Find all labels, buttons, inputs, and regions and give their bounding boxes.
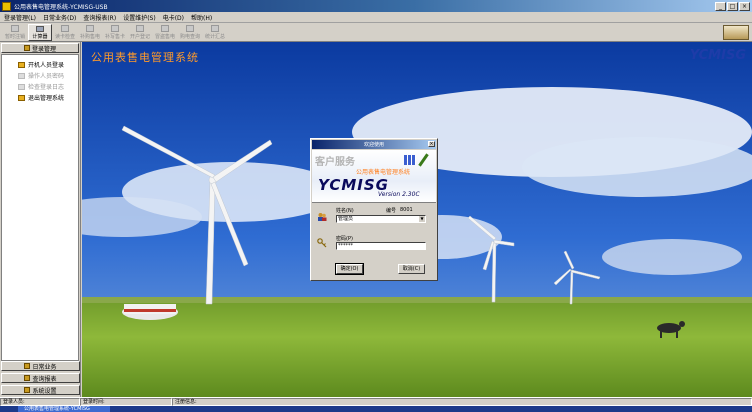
app-name-banner: 公用表售电管理系统 (91, 51, 199, 64)
sidebar-header-label: 登录管理 (31, 45, 56, 53)
menu-card[interactable]: 电卡(D) (163, 13, 184, 22)
number-label: 编号 (386, 208, 397, 214)
toolbar-logo (723, 25, 749, 40)
toolbar-resell-button[interactable]: 补购售电 (78, 24, 102, 41)
toolbar-read-card-button[interactable]: 读卡检查 (53, 24, 77, 41)
toolbar-calculator-button[interactable]: 计算器 (28, 24, 52, 41)
password-input[interactable]: ****** (336, 242, 426, 250)
open-account-icon (136, 25, 144, 32)
sidebar-header-login[interactable]: 登录管理 (1, 43, 79, 53)
app-icon (2, 1, 11, 11)
login-dialog-banner: 客户服务 公用表售电管理系统 YCMISG Version 2.30C (312, 150, 436, 202)
menu-login[interactable]: 登录管理(L) (4, 13, 36, 22)
taskbar-item[interactable]: 公用表售电管理系统-YCMISG (18, 406, 110, 412)
login-dialog-title: 欢迎使用 (363, 142, 384, 148)
app-window: 公用表售电管理系统-YCMISG-USB _ □ × 登录管理(L) 日常业务(… (0, 0, 752, 412)
username-select[interactable]: 管理员 ▼ (336, 215, 426, 223)
resell-icon (86, 25, 94, 32)
menu-reports[interactable]: 查询报表(R) (83, 13, 116, 22)
reports-icon (24, 375, 31, 381)
card-reader-icon (61, 25, 69, 32)
password-label: 密码(P) (336, 236, 353, 242)
toolbar-theft-button[interactable]: 冒盗售电 (153, 24, 177, 41)
toolbar-logout-button[interactable]: 暂时注销 (3, 24, 27, 41)
sidebar-item-exit[interactable]: 退出管理系统 (18, 92, 78, 103)
maximize-button[interactable]: □ (727, 1, 738, 11)
menu-bar: 登录管理(L) 日常业务(D) 查询报表(R) 设置维护(S) 电卡(D) 帮助… (0, 12, 752, 23)
login-dialog-close-button[interactable]: × (428, 141, 435, 147)
status-bar: 登录人员: 登录时间: 注册信息: (0, 397, 752, 406)
summary-icon (211, 25, 219, 32)
tiles-icon (404, 155, 416, 165)
chevron-down-icon[interactable]: ▼ (419, 216, 425, 222)
sidebar-section-settings[interactable]: 系统设置 (1, 385, 80, 395)
logout-icon (11, 25, 19, 32)
title-bar: 公用表售电管理系统-YCMISG-USB _ □ × (0, 0, 752, 12)
login-dialog: 欢迎使用 × 客户服务 公用表售电管理系统 YCMISG Version 2.3… (310, 138, 438, 281)
log-icon (18, 83, 25, 90)
name-label: 姓名(N) (336, 208, 354, 214)
minimize-button[interactable]: _ (715, 1, 726, 11)
users-icon (318, 213, 327, 221)
status-registration: 注册信息: (172, 398, 752, 406)
status-login-user: 登录人员: (0, 398, 80, 406)
login-dialog-titlebar: 欢迎使用 × (312, 140, 436, 149)
ok-button[interactable]: 确定(O) (335, 263, 364, 275)
password-icon (18, 72, 25, 79)
sidebar-panel: 开机人员登录 操作人员密码 检查登录日志 退出管理系统 (1, 54, 79, 361)
toolbar-summary-button[interactable]: 统计汇总 (203, 24, 227, 41)
window-controls: _ □ × (715, 1, 750, 11)
settings-icon (24, 387, 31, 393)
status-login-time: 登录时间: (80, 398, 172, 406)
sidebar-section-reports[interactable]: 查询报表 (1, 373, 80, 383)
taskbar: 公用表售电管理系统-YCMISG (0, 406, 752, 412)
sidebar-item-operator-password[interactable]: 操作人员密码 (18, 70, 78, 81)
write-card-icon (111, 25, 119, 32)
banner-version: Version 2.30C (378, 191, 420, 198)
query-icon (186, 25, 194, 32)
window-title: 公用表售电管理系统-YCMISG-USB (14, 3, 108, 11)
banner-subtitle: 公用表售电管理系统 (356, 169, 411, 176)
sidebar-section-daily[interactable]: 日常业务 (1, 361, 80, 371)
brand-logo: YCMISG (689, 48, 746, 63)
menu-settings[interactable]: 设置维护(S) (123, 13, 156, 22)
login-icon (23, 45, 30, 51)
sidebar-item-operator-login[interactable]: 开机人员登录 (18, 59, 78, 70)
sidebar-item-login-log[interactable]: 检查登录日志 (18, 81, 78, 92)
number-value: 8001 (400, 207, 413, 213)
theft-icon (161, 25, 169, 32)
cancel-button[interactable]: 取消(C) (398, 264, 425, 274)
key-icon (317, 238, 327, 248)
key-icon (18, 61, 25, 68)
sidebar: 登录管理 开机人员登录 操作人员密码 检查登录日志 退出管理系统 日常业务 查询… (0, 42, 81, 397)
toolbar-rewrite-card-button[interactable]: 补写售卡 (103, 24, 127, 41)
toolbar-query-button[interactable]: 购电查询 (178, 24, 202, 41)
banner-watermark: 客户服务 (315, 157, 355, 168)
daily-icon (24, 363, 31, 369)
toolbar-open-account-button[interactable]: 开户登记 (128, 24, 152, 41)
menu-daily[interactable]: 日常业务(D) (43, 13, 76, 22)
calculator-icon (36, 26, 44, 32)
toolbar: 暂时注销 计算器 读卡检查 补购售电 补写售卡 开户登记 冒盗售电 购电查询 统… (0, 23, 752, 42)
close-button[interactable]: × (739, 1, 750, 11)
login-dialog-body: 姓名(N) 编号 8001 管理员 ▼ 密码(P) ****** 确定(O) 取… (312, 202, 436, 281)
menu-help[interactable]: 帮助(H) (191, 13, 212, 22)
pen-icon (418, 153, 429, 167)
exit-icon (18, 94, 25, 101)
